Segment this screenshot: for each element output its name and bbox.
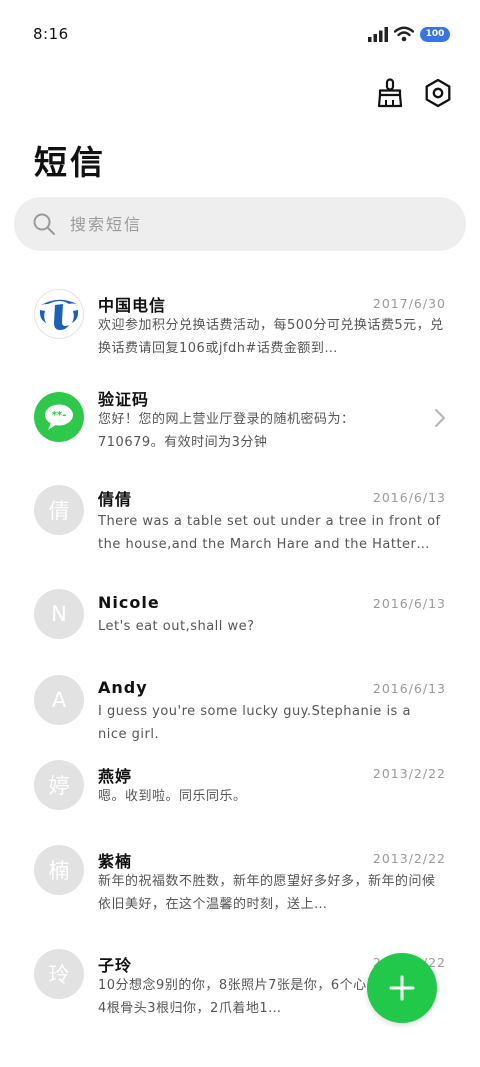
- contact-avatar: 楠: [34, 845, 84, 895]
- conversation-row[interactable]: 倩 倩倩 2016/6/13 There was a table set out…: [0, 484, 480, 574]
- avatar-initial: A: [51, 688, 67, 712]
- verification-avatar: **-: [34, 392, 84, 442]
- telecom-logo-icon: [39, 299, 79, 330]
- contact-avatar: 玲: [34, 949, 84, 999]
- message-preview: 嗯。收到啦。同乐同乐。: [98, 789, 247, 804]
- svg-text:**-: **-: [52, 410, 67, 421]
- message-preview: I guess you're some lucky guy.Stephanie …: [98, 704, 411, 742]
- chevron-right-icon: [435, 409, 445, 427]
- contact-name: 倩倩: [98, 490, 133, 509]
- broom-icon: [377, 78, 403, 108]
- clean-button[interactable]: [374, 76, 406, 110]
- message-preview: 新年的祝福数不胜数，新年的愿望好多好多，新年的问候依旧美好，在这个温馨的时刻，送…: [98, 874, 436, 912]
- search-input[interactable]: [68, 213, 432, 235]
- page-title: 短信: [34, 143, 106, 182]
- message-date: 2013/2/22: [372, 766, 446, 781]
- battery-icon: 100: [420, 26, 450, 42]
- message-date: 2017/6/30: [372, 296, 446, 311]
- telecom-avatar: [34, 289, 84, 339]
- battery-level: 100: [425, 29, 445, 39]
- message-preview: Let's eat out,shall we?: [98, 619, 255, 634]
- message-preview: There was a table set out under a tree i…: [98, 514, 441, 552]
- signal-icon: [368, 26, 388, 42]
- avatar-initial: N: [51, 602, 67, 626]
- gear-icon: [425, 78, 451, 108]
- contact-avatar: A: [34, 675, 84, 725]
- avatar-initial: 婷: [48, 774, 70, 798]
- search-bar[interactable]: [14, 197, 466, 251]
- settings-button[interactable]: [422, 76, 454, 110]
- contact-name: 子玲: [98, 956, 133, 975]
- conversation-row[interactable]: 楠 紫楠 2013/2/22 新年的祝福数不胜数，新年的愿望好多好多，新年的问候…: [0, 844, 480, 934]
- conversation-row[interactable]: **- 验证码 您好！您的网上营业厅登录的随机密码为：710679。有效时间为3…: [0, 380, 480, 470]
- chat-bubble-icon: **-: [45, 404, 73, 430]
- message-preview: 欢迎参加积分兑换话费活动，每500分可兑换话费5元，兑换话费请回复106或jfd…: [98, 318, 444, 356]
- contact-name: 紫楠: [98, 852, 133, 871]
- status-bar: 8:16 100: [0, 0, 480, 60]
- conversation-row[interactable]: 婷 燕婷 2013/2/22 嗯。收到啦。同乐同乐。: [0, 759, 480, 829]
- contact-name: 燕婷: [98, 767, 133, 786]
- plus-icon: [389, 975, 415, 1001]
- contact-name: Andy: [98, 678, 148, 697]
- top-actions: [374, 76, 454, 110]
- message-date: 2016/6/13: [372, 681, 446, 696]
- conversation-row[interactable]: N Nicole 2016/6/13 Let's eat out,shall w…: [0, 588, 480, 658]
- contact-name: 中国电信: [98, 296, 167, 315]
- status-time: 8:16: [33, 25, 69, 43]
- conversation-row[interactable]: 中国电信 2017/6/30 欢迎参加积分兑换话费活动，每500分可兑换话费5元…: [0, 276, 480, 366]
- contact-name: Nicole: [98, 593, 160, 612]
- search-icon: [33, 213, 55, 235]
- status-icons: 100: [368, 24, 450, 44]
- contact-name: 验证码: [98, 390, 150, 409]
- contact-avatar: 婷: [34, 760, 84, 810]
- avatar-initial: 楠: [48, 859, 70, 883]
- avatar-initial: 玲: [48, 963, 70, 987]
- message-date: 2013/2/22: [372, 851, 446, 866]
- message-date: 2016/6/13: [372, 596, 446, 611]
- compose-button[interactable]: [367, 953, 437, 1023]
- wifi-icon: [394, 26, 414, 42]
- message-date: 2016/6/13: [372, 490, 446, 505]
- avatar-initial: 倩: [48, 499, 70, 523]
- contact-avatar: N: [34, 589, 84, 639]
- conversation-row[interactable]: A Andy 2016/6/13 I guess you're some luc…: [0, 674, 480, 744]
- contact-avatar: 倩: [34, 485, 84, 535]
- message-preview: 您好！您的网上营业厅登录的随机密码为：710679。有效时间为3分钟: [98, 412, 355, 450]
